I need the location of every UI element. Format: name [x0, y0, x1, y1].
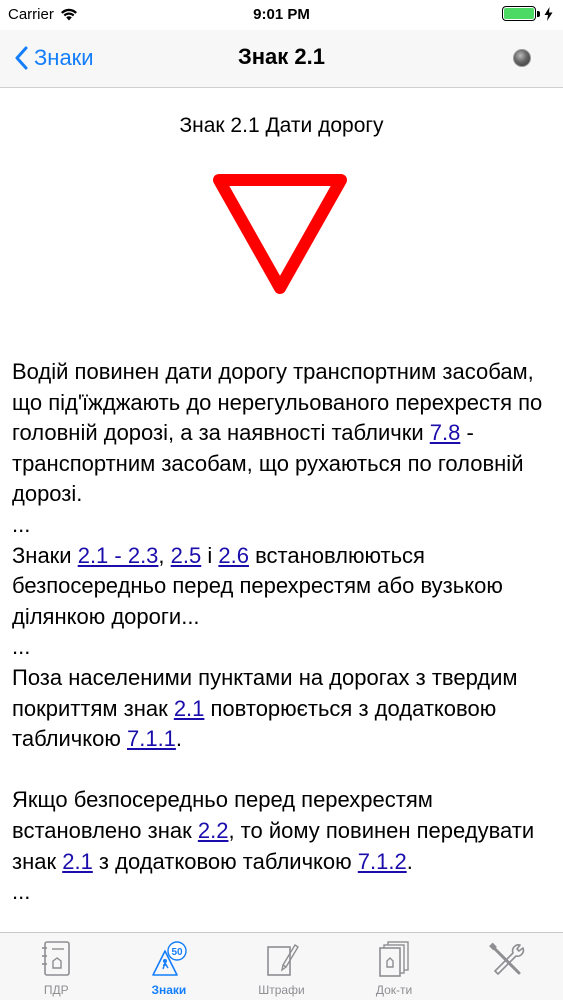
tab-label: Знаки: [151, 983, 187, 997]
tab-label: Док-ти: [375, 983, 413, 997]
battery-indicator: [502, 6, 553, 21]
page-title: Знак 2.1: [237, 44, 325, 69]
charging-bolt-icon: [544, 6, 553, 21]
sign-title: Знак 2.1 Дати дорогу: [179, 114, 384, 137]
link-sign-7-1-2[interactable]: 7.1.2: [358, 849, 407, 874]
tab-label: Штрафи: [258, 983, 305, 997]
clock: 9:01 PM: [253, 6, 310, 23]
status-dot-icon[interactable]: [513, 49, 531, 67]
link-sign-7-1-1[interactable]: 7.1.1: [127, 726, 176, 751]
link-sign-2-6[interactable]: 2.6: [218, 543, 249, 568]
sign-description: Водій повинен дати дорогу транспортним з…: [12, 357, 557, 908]
navigation-bar: Знаки Знак 2.1: [0, 30, 563, 88]
link-sign-2-5[interactable]: 2.5: [171, 543, 202, 568]
link-sign-2-1-second[interactable]: 2.1: [62, 849, 93, 874]
paragraph-stop-sign: Якщо безпосередньо перед перехрестям вст…: [12, 787, 535, 874]
sign-detail-content: Знак 2.1 Дати дорогу Водій повинен дати …: [0, 88, 563, 933]
speed-limit-badge: 50: [171, 947, 183, 958]
ellipsis-2: ...: [12, 634, 31, 660]
tab-rules[interactable]: ПДР: [0, 933, 113, 1000]
road-sign-icon: 50: [152, 941, 187, 976]
paragraph-outside-settlements: Поза населеними пунктами на дорогах з тв…: [12, 664, 518, 752]
tools-icon: [488, 942, 524, 975]
paragraph-give-way: Водій повинен дати дорогу транспортним з…: [12, 359, 543, 507]
link-sign-2-1[interactable]: 2.1: [174, 696, 205, 721]
tab-label: ПДР: [43, 983, 69, 997]
link-sign-7-8[interactable]: 7.8: [430, 420, 461, 445]
link-sign-2-1-2-3[interactable]: 2.1 - 2.3: [78, 543, 159, 568]
paragraph-placement: Знаки 2.1 - 2.3, 2.5 і 2.6 встановлюютьс…: [12, 542, 503, 629]
ellipsis-1: ...: [12, 511, 31, 537]
tab-bar: ПДР 50 Знаки Штрафи Док-ти: [0, 932, 563, 1000]
tab-fines[interactable]: Штрафи: [225, 933, 338, 1000]
tab-tools[interactable]: [450, 933, 563, 1000]
tab-signs[interactable]: 50 Знаки: [113, 933, 226, 1000]
rulebook-icon: [42, 941, 71, 976]
tab-documents[interactable]: Док-ти: [338, 933, 451, 1000]
fine-document-icon: [267, 944, 300, 976]
battery-icon: [502, 6, 536, 21]
status-bar: Carrier 9:01 PM: [0, 0, 563, 30]
link-sign-2-2[interactable]: 2.2: [198, 818, 229, 843]
ellipsis-3: ...: [12, 879, 31, 905]
documents-icon: [379, 941, 409, 977]
yield-sign-icon: [213, 174, 347, 294]
